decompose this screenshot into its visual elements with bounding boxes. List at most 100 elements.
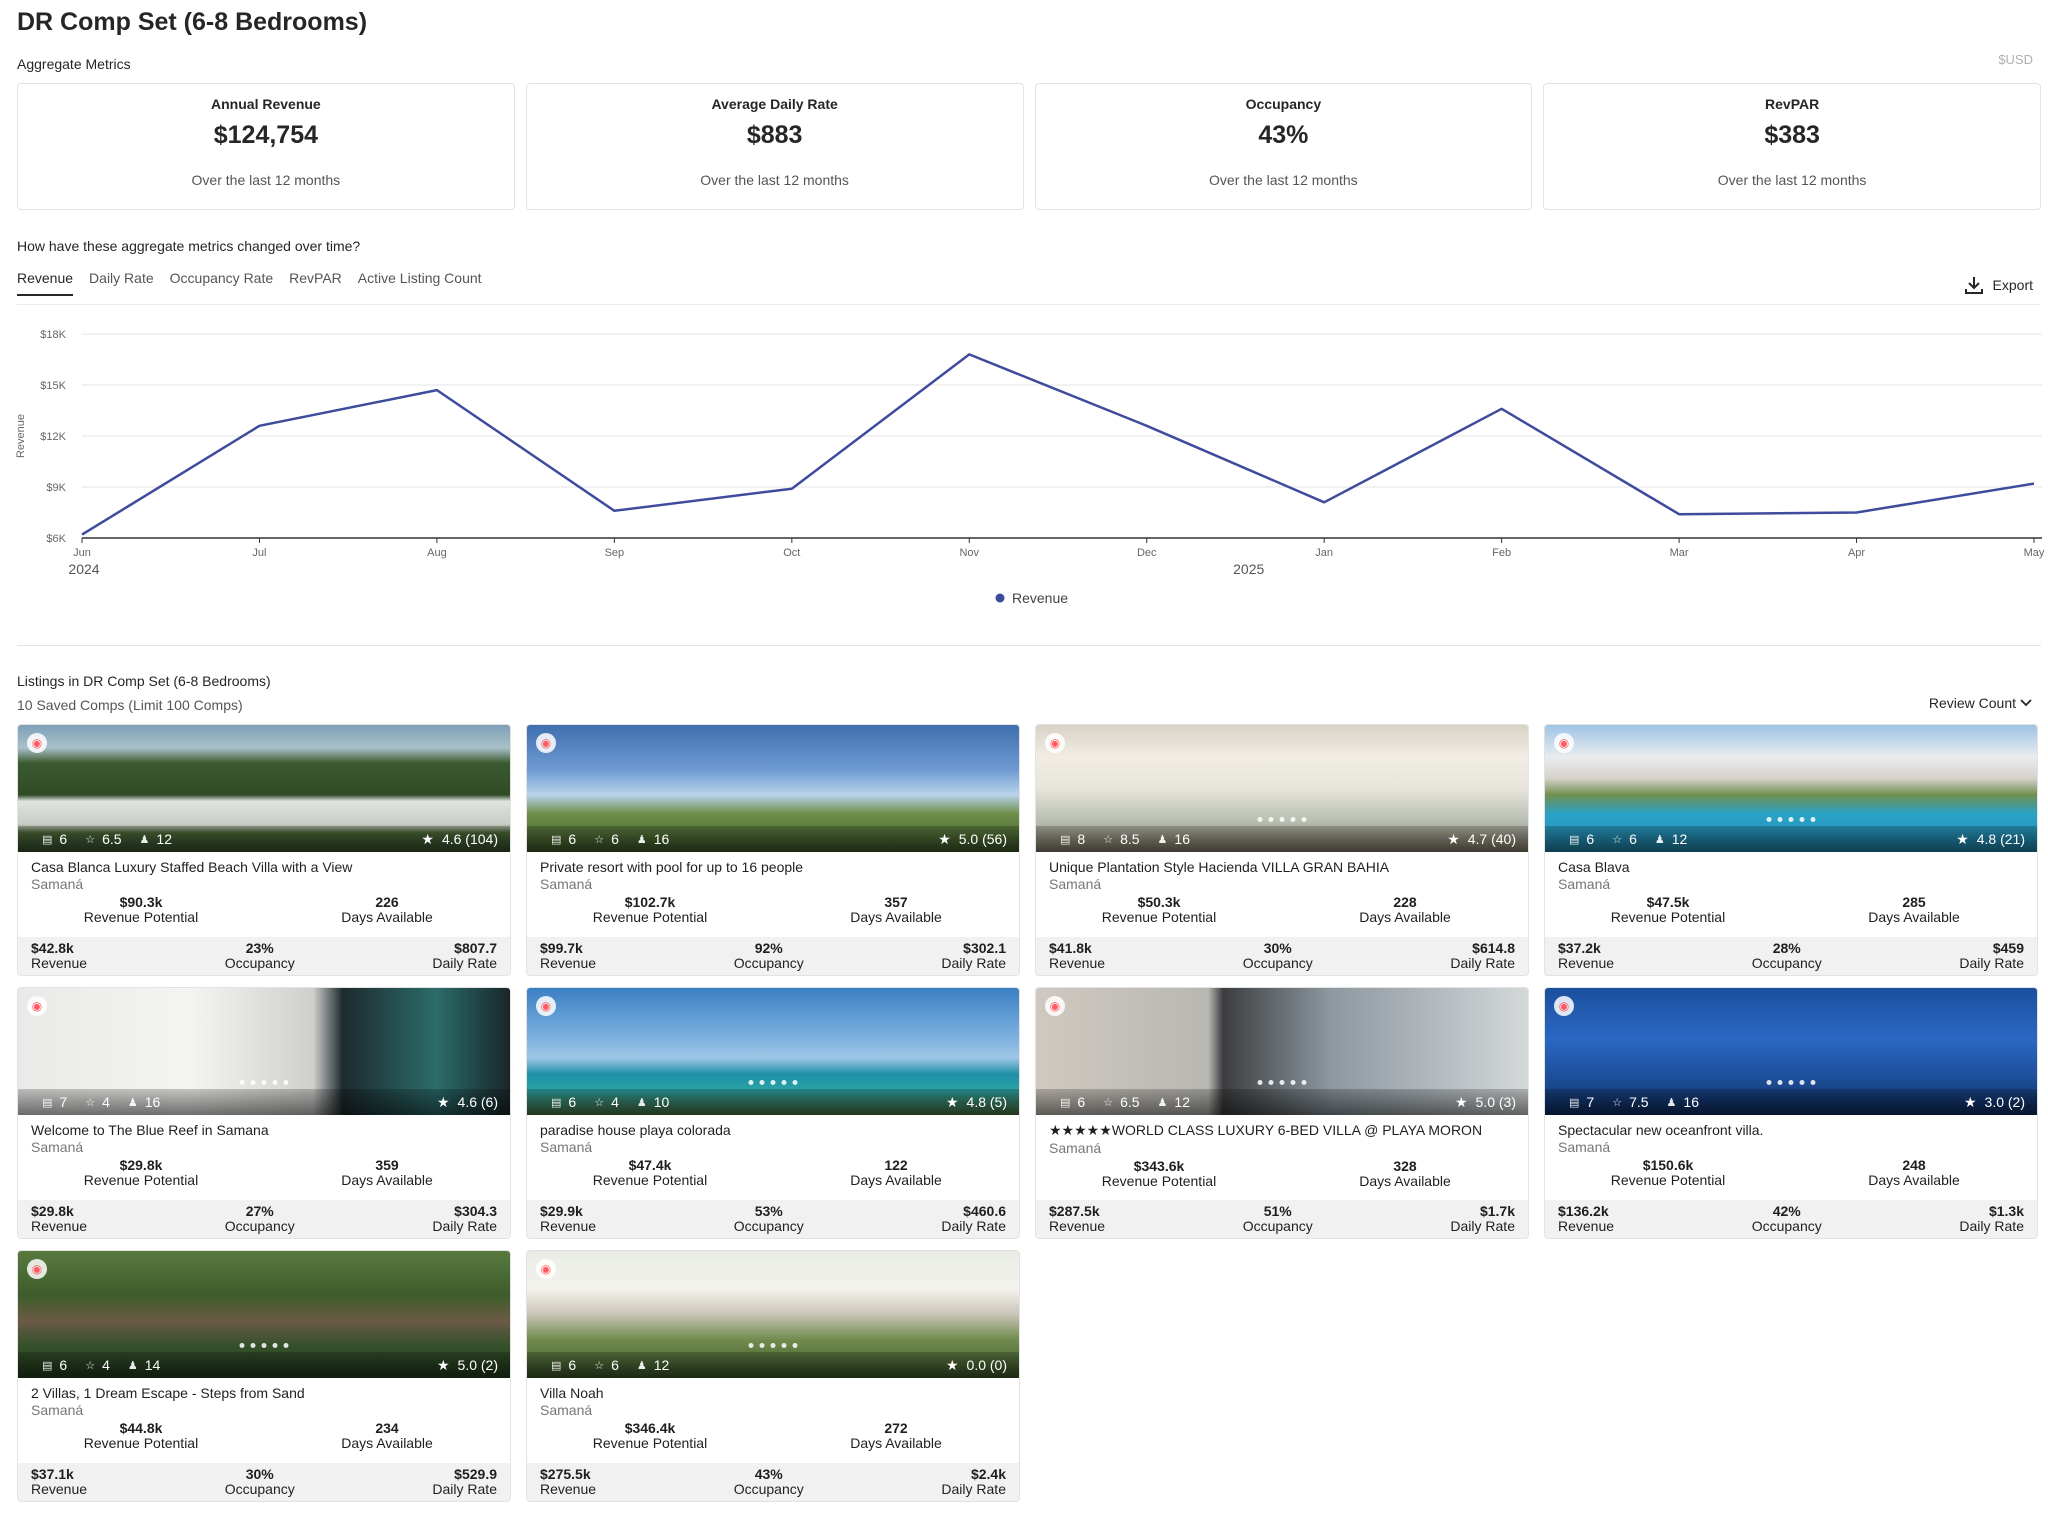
download-icon [1964,277,1983,294]
y-tick-label: $12K [40,431,66,443]
guest-count: 12 [653,1357,670,1373]
listing-card[interactable]: ◉ ▤ 6 ☆ 4 ♟ 10 ★ 4.8 (5) paradise house playa col… [526,987,1020,1239]
revenue-potential: $346.4k Revenue Potential [527,1421,773,1451]
listing-name[interactable]: Welcome to The Blue Reef in Samana [18,1115,510,1138]
occupancy-value: 30% [1263,940,1292,956]
photo-carousel-dots[interactable] [748,1343,798,1348]
airbnb-icon: ◉ [536,996,556,1016]
occupancy-value: 27% [245,1203,274,1219]
days-available-value: 359 [375,1157,399,1173]
listing-card[interactable]: ◉ ▤ 6 ☆ 6.5 ♟ 12 ★ 4.6 (104) Casa Blanca Luxury S… [17,724,511,976]
photo-carousel-dots[interactable] [748,1080,798,1085]
listing-features-bar: ▤ 6 ☆ 6.5 ♟ 12 ★ 4.6 (104) [18,826,510,852]
listing-name[interactable]: Unique Plantation Style Hacienda VILLA G… [1036,852,1528,875]
listing-location: Samaná [1558,876,1611,892]
days-available-value: 248 [1902,1157,1926,1173]
photo-carousel-dots[interactable] [1257,817,1307,822]
revenue-potential: $102.7k Revenue Potential [527,895,773,925]
listing-stats: $29.8k Revenue 27% Occupancy $304.3 Daily Rat… [18,1200,510,1238]
listing-features-bar: ▤ 6 ☆ 6 ♟ 12 ★ 0.0 (0) [527,1352,1019,1378]
listing-stats: $287.5k Revenue 51% Occupancy $1.7k Daily Rat… [1036,1200,1528,1238]
bath-icon: ☆ [594,1359,605,1372]
listing-card[interactable]: ◉ ▤ 6 ☆ 6.5 ♟ 12 ★ 5.0 (3) ★★★★★WORLD CLASS LUXUR… [1035,987,1529,1239]
listing-card[interactable]: ◉ ▤ 6 ☆ 6 ♟ 12 ★ 4.8 (21) Casa Blava Samaná $47.5k R… [1544,724,2038,976]
listing-name[interactable]: Private resort with pool for up to 16 pe… [527,852,1019,875]
bath-icon: ☆ [1103,1096,1114,1109]
days-available: 226 Days Available [264,895,510,925]
listing-name[interactable]: Spectacular new oceanfront villa. [1545,1115,2037,1138]
listing-name[interactable]: 2 Villas, 1 Dream Escape - Steps from Sa… [18,1378,510,1401]
x-tick-label: Jul [252,547,266,559]
listing-potential: $346.4k Revenue Potential 272 Days Availabl… [527,1421,1019,1451]
guests: ♟ 12 [1158,1094,1190,1110]
listing-features-bar: ▤ 6 ☆ 6 ♟ 12 ★ 4.8 (21) [1545,826,2037,852]
bedrooms: ▤ 6 [551,1357,576,1373]
photo-carousel-dots[interactable] [1257,1080,1307,1085]
sort-label: Review Count [1928,695,2016,711]
tab-revpar[interactable]: RevPAR [289,270,342,296]
listing-potential: $150.6k Revenue Potential 248 Days Availabl… [1545,1158,2037,1188]
revenue-potential: $150.6k Revenue Potential [1545,1158,1791,1188]
guest-count: 14 [144,1357,161,1373]
listing-photo[interactable]: ◉ ▤ 6 ☆ 4 ♟ 14 ★ 5.0 (2) [18,1251,510,1378]
listing-card[interactable]: ◉ ▤ 6 ☆ 6 ♟ 16 ★ 5.0 (56) Private resort with poo… [526,724,1020,976]
listing-occupancy: 51% Occupancy [1243,1204,1313,1234]
listing-name[interactable]: Casa Blava [1545,852,2037,875]
currency-label: $USD [1998,52,2033,67]
listing-occupancy: 27% Occupancy [225,1204,295,1234]
listing-photo[interactable]: ◉ ▤ 7 ☆ 7.5 ♟ 16 ★ 3.0 (2) [1545,988,2037,1115]
days-available-label: Days Available [1359,909,1451,925]
bathroom-count: 6 [611,1357,619,1373]
listing-card[interactable]: ◉ ▤ 8 ☆ 8.5 ♟ 16 ★ 4.7 (40) Unique Plantation Sty… [1035,724,1529,976]
listing-photo[interactable]: ◉ ▤ 6 ☆ 6.5 ♟ 12 ★ 5.0 (3) [1036,988,1528,1115]
daily-rate-value: $304.3 [454,1203,497,1219]
days-available-value: 285 [1902,894,1926,910]
days-available: 272 Days Available [773,1421,1019,1451]
tab-revenue[interactable]: Revenue [17,270,74,296]
guest-icon: ♟ [1157,833,1168,846]
listing-photo[interactable]: ◉ ▤ 6 ☆ 6 ♟ 12 ★ 4.8 (21) [1545,725,2037,852]
listing-photo[interactable]: ◉ ▤ 7 ☆ 4 ♟ 16 ★ 4.6 (6) [18,988,510,1115]
listing-location: Samaná [540,876,593,892]
occupancy-label: Occupancy [224,955,295,971]
guests: ♟ 14 [128,1357,160,1373]
days-available-label: Days Available [850,1435,942,1451]
listing-photo[interactable]: ◉ ▤ 6 ☆ 6 ♟ 12 ★ 0.0 (0) [527,1251,1019,1378]
photo-carousel-dots[interactable] [1766,817,1816,822]
tab-active-listing-count[interactable]: Active Listing Count [358,270,482,296]
bedrooms: ▤ 6 [42,1357,67,1373]
listing-photo[interactable]: ◉ ▤ 6 ☆ 6 ♟ 16 ★ 5.0 (56) [527,725,1019,852]
photo-carousel-dots[interactable] [1766,1080,1816,1085]
airbnb-icon: ◉ [536,733,556,753]
photo-carousel-dots[interactable] [239,1343,289,1348]
listing-name[interactable]: Villa Noah [527,1378,1019,1401]
listing-name[interactable]: paradise house playa colorada [527,1115,1019,1138]
revenue-value: $42.8k [31,940,74,956]
listing-card[interactable]: ◉ ▤ 7 ☆ 4 ♟ 16 ★ 4.6 (6) Welcome to The Blue Reef… [17,987,511,1239]
revenue-potential-value: $47.4k [628,1157,672,1173]
listing-photo[interactable]: ◉ ▤ 6 ☆ 6.5 ♟ 12 ★ 4.6 (104) [18,725,510,852]
bedrooms: ▤ 6 [1060,1094,1085,1110]
listing-photo[interactable]: ◉ ▤ 6 ☆ 4 ♟ 10 ★ 4.8 (5) [527,988,1019,1115]
listing-card[interactable]: ◉ ▤ 6 ☆ 6 ♟ 12 ★ 0.0 (0) Villa Noah Samaná $346.4k R… [526,1250,1020,1502]
export-button[interactable]: Export [1963,274,2033,296]
revenue-label: Revenue [1049,955,1106,971]
daily-rate-label: Daily Rate [432,1218,497,1234]
metric-label: Average Daily Rate [711,96,838,112]
photo-carousel-dots[interactable] [239,1080,289,1085]
tab-daily-rate[interactable]: Daily Rate [89,270,154,296]
rating-value: 4.8 (21) [1976,831,2025,847]
listing-card[interactable]: ◉ ▤ 6 ☆ 4 ♟ 14 ★ 5.0 (2) 2 Villas, 1 Dream Escape… [17,1250,511,1502]
tab-occupancy-rate[interactable]: Occupancy Rate [170,270,274,296]
listing-photo[interactable]: ◉ ▤ 8 ☆ 8.5 ♟ 16 ★ 4.7 (40) [1036,725,1528,852]
bedroom-count: 6 [568,1094,577,1110]
bed-icon: ▤ [1569,1096,1580,1109]
listing-potential: $47.5k Revenue Potential 285 Days Available [1545,895,2037,925]
days-available-label: Days Available [1868,909,1960,925]
listing-card[interactable]: ◉ ▤ 7 ☆ 7.5 ♟ 16 ★ 3.0 (2) Spectacular new oceanf… [1544,987,2038,1239]
sort-dropdown[interactable]: Review Count [1929,695,2033,711]
listing-location: Samaná [1049,876,1102,892]
revenue-potential-label: Revenue Potential [83,909,199,925]
listing-name[interactable]: ★★★★★WORLD CLASS LUXURY 6-BED VILLA @ PL… [1036,1115,1528,1139]
listing-name[interactable]: Casa Blanca Luxury Staffed Beach Villa w… [18,852,510,875]
